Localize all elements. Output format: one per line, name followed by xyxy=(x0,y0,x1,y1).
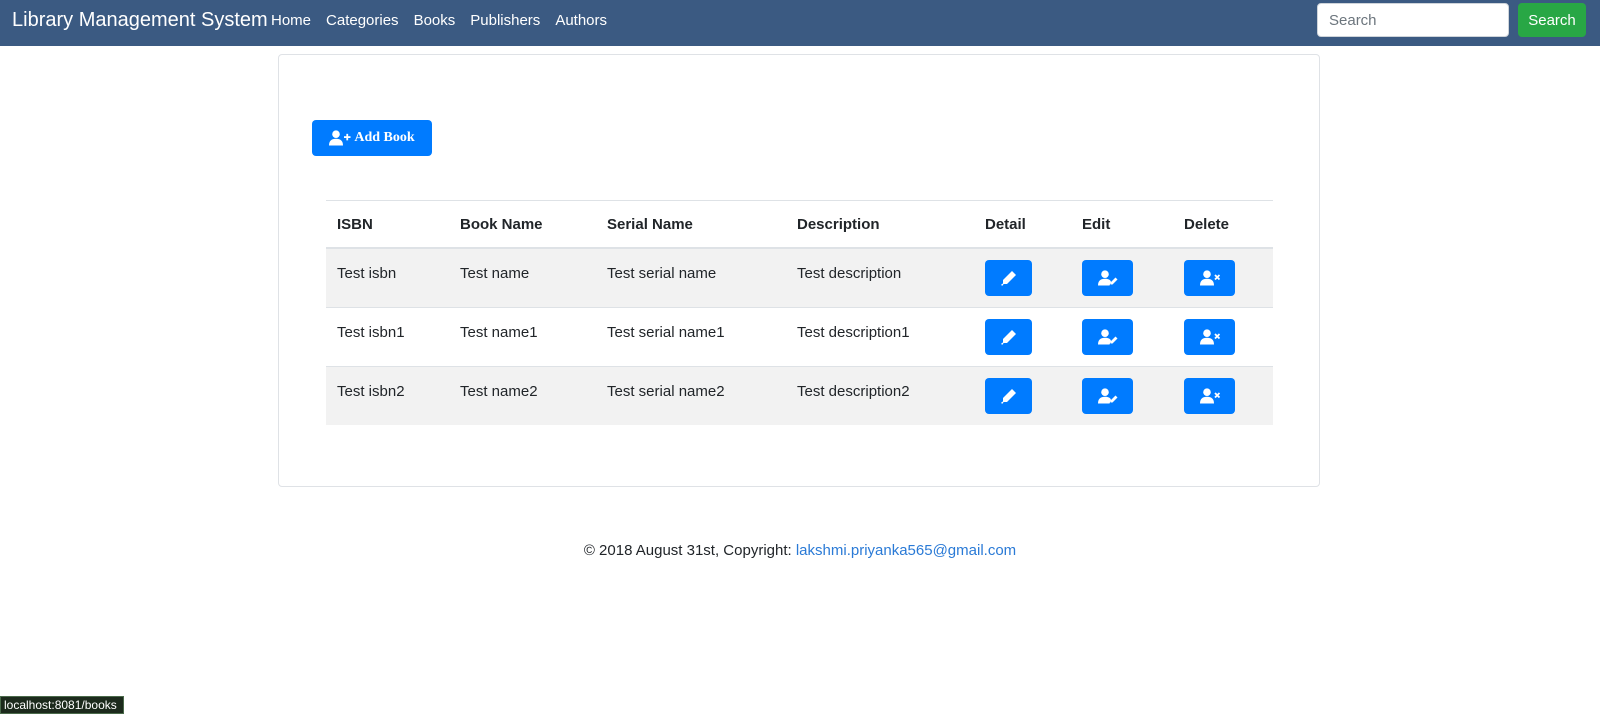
cell-book-name: Test name2 xyxy=(449,366,596,425)
cell-isbn: Test isbn xyxy=(326,247,449,308)
table-row: Test isbn Test name Test serial name Tes… xyxy=(326,247,1273,308)
detail-button[interactable] xyxy=(985,319,1032,355)
column-header-edit: Edit xyxy=(1071,200,1173,249)
delete-button[interactable] xyxy=(1184,260,1235,296)
nav-link-categories[interactable]: Categories xyxy=(326,12,399,29)
add-book-button[interactable]: Add Book xyxy=(312,120,432,156)
table-row: Test isbn1 Test name1 Test serial name1 … xyxy=(326,307,1273,367)
add-book-label: Add Book xyxy=(354,130,415,145)
edit-button[interactable] xyxy=(1082,260,1133,296)
cell-edit xyxy=(1071,247,1173,308)
navbar: Library Management System Home Categorie… xyxy=(0,0,1600,46)
nav-link-books[interactable]: Books xyxy=(414,12,456,29)
column-header-description: Description xyxy=(786,200,974,249)
user-edit-icon xyxy=(1097,388,1117,404)
books-card: Add Book ISBN Book Name Serial Name Desc… xyxy=(278,54,1320,487)
nav-link-publishers[interactable]: Publishers xyxy=(470,12,540,29)
cell-edit xyxy=(1071,307,1173,367)
cell-description: Test description xyxy=(786,247,974,308)
pencil-icon xyxy=(1000,389,1016,404)
cell-delete xyxy=(1173,366,1273,425)
nav-link-home[interactable]: Home xyxy=(271,12,311,29)
cell-delete xyxy=(1173,247,1273,308)
search-button[interactable]: Search xyxy=(1518,3,1586,37)
footer-copyright: © 2018 August 31st, Copyright: xyxy=(583,542,796,559)
edit-button[interactable] xyxy=(1082,378,1133,414)
column-header-delete: Delete xyxy=(1173,200,1273,249)
cell-serial-name: Test serial name1 xyxy=(596,307,786,367)
cell-isbn: Test isbn1 xyxy=(326,307,449,367)
user-edit-icon xyxy=(1097,270,1117,286)
user-delete-icon xyxy=(1199,329,1220,345)
pencil-icon xyxy=(1000,271,1016,286)
footer-email-link[interactable]: lakshmi.priyanka565@gmail.com xyxy=(796,542,1016,559)
user-plus-icon xyxy=(329,130,351,146)
detail-button[interactable] xyxy=(985,378,1032,414)
edit-button[interactable] xyxy=(1082,319,1133,355)
status-bar-url: localhost:8081/books xyxy=(0,696,124,714)
pencil-icon xyxy=(1000,330,1016,345)
search-input[interactable] xyxy=(1317,3,1509,37)
cell-delete xyxy=(1173,307,1273,367)
cell-book-name: Test name xyxy=(449,247,596,308)
detail-button[interactable] xyxy=(985,260,1032,296)
cell-detail xyxy=(974,366,1071,425)
nav-links: Home Categories Books Publishers Authors xyxy=(271,12,607,29)
cell-book-name: Test name1 xyxy=(449,307,596,367)
column-header-detail: Detail xyxy=(974,200,1071,249)
cell-edit xyxy=(1071,366,1173,425)
cell-isbn: Test isbn2 xyxy=(326,366,449,425)
books-table: ISBN Book Name Serial Name Description D… xyxy=(326,200,1273,425)
table-row: Test isbn2 Test name2 Test serial name2 … xyxy=(326,366,1273,425)
cell-detail xyxy=(974,247,1071,308)
cell-detail xyxy=(974,307,1071,367)
table-header-row: ISBN Book Name Serial Name Description D… xyxy=(326,200,1273,249)
column-header-serial-name: Serial Name xyxy=(596,200,786,249)
delete-button[interactable] xyxy=(1184,319,1235,355)
nav-link-authors[interactable]: Authors xyxy=(555,12,607,29)
cell-serial-name: Test serial name xyxy=(596,247,786,308)
user-delete-icon xyxy=(1199,270,1220,286)
user-delete-icon xyxy=(1199,388,1220,404)
cell-description: Test description2 xyxy=(786,366,974,425)
column-header-book-name: Book Name xyxy=(449,200,596,249)
user-edit-icon xyxy=(1097,329,1117,345)
cell-serial-name: Test serial name2 xyxy=(596,366,786,425)
delete-button[interactable] xyxy=(1184,378,1235,414)
footer: © 2018 August 31st, Copyright: lakshmi.p… xyxy=(0,542,1600,559)
cell-description: Test description1 xyxy=(786,307,974,367)
column-header-isbn: ISBN xyxy=(326,200,449,249)
brand-title[interactable]: Library Management System xyxy=(12,9,268,32)
